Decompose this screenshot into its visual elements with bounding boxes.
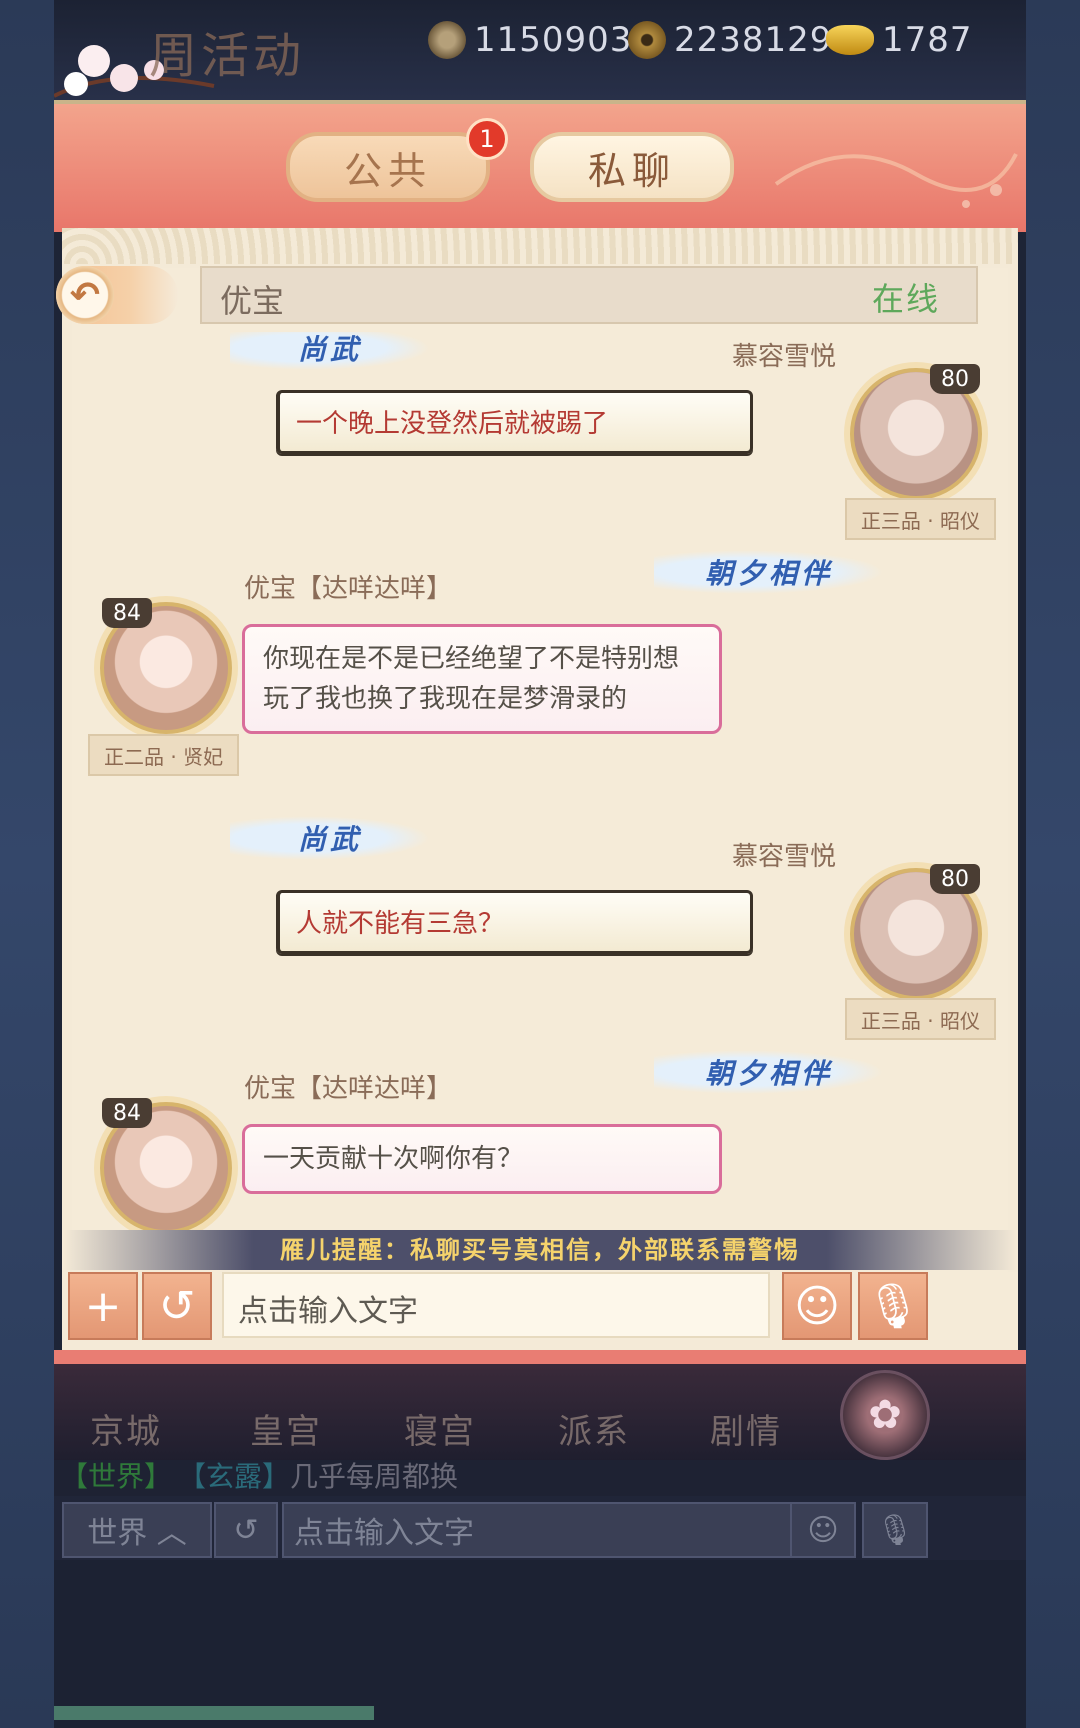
level-badge: 84	[102, 598, 152, 628]
sender-name: 慕容雪悦	[731, 342, 836, 372]
tag-shangwu: 尚武	[230, 816, 430, 860]
tag-zhaoxi: 朝夕相伴	[654, 1050, 884, 1094]
message-bubble-left[interactable]: 一天贡献十次啊你有？	[242, 1124, 722, 1194]
message-text: 一个晚上没登然后就被踢了	[296, 409, 609, 439]
cloud-swirl-icon	[774, 153, 1018, 208]
message-input[interactable]: 点击输入文字	[222, 1272, 770, 1338]
game-window: 周活动 1150903 2238129 1787 公共 1 私聊 ↶ 优宝 在线	[54, 0, 1026, 1728]
level-badge: 84	[102, 1098, 152, 1128]
level-badge: 80	[930, 364, 980, 394]
history-icon[interactable]: ↺	[142, 1272, 212, 1340]
contact-status: 在线	[871, 280, 940, 318]
plus-icon[interactable]: +	[68, 1272, 138, 1340]
weekly-activity-title[interactable]: 周活动	[149, 16, 305, 86]
nav-capital[interactable]: 京城	[90, 1404, 162, 1453]
coin-count: 2238129	[674, 20, 833, 60]
unread-badge: 1	[466, 118, 508, 160]
contact-name: 优宝	[220, 282, 285, 320]
channel-xuanlu-tag: 【玄露】	[192, 1460, 291, 1493]
top-bar: 周活动 1150903 2238129 1787	[54, 0, 1026, 100]
resource-coin: 2238129	[628, 18, 832, 62]
sender-name: 优宝【达咩达咩】	[244, 574, 453, 604]
rank-label: 正三品 · 昭仪	[844, 498, 996, 540]
loading-progress-bar	[54, 1706, 374, 1720]
private-input-row: + ↺ 点击输入文字 ☺ 🎙	[62, 1272, 1018, 1340]
tab-public[interactable]: 公共	[286, 132, 490, 202]
safety-reminder: 雁儿提醒：私聊买号莫相信，外部联系需警惕	[62, 1230, 1018, 1270]
message-bubble-left[interactable]: 你现在是不是已经绝望了不是特别想玩了我也换了我现在是梦滑录的	[242, 624, 722, 734]
panel-bottom-border	[54, 1350, 1026, 1364]
nav-story[interactable]: 剧情	[710, 1404, 782, 1453]
message-bubble-right[interactable]: 一个晚上没登然后就被踢了	[276, 390, 753, 454]
wave-pattern	[62, 228, 1018, 264]
tab-private[interactable]: 私聊	[530, 132, 734, 202]
history-icon[interactable]: ↺	[214, 1502, 278, 1558]
emoji-icon[interactable]: ☺	[782, 1272, 852, 1340]
microphone-icon[interactable]: 🎙	[862, 1502, 928, 1558]
emoji-icon[interactable]: ☺	[790, 1502, 856, 1558]
input-placeholder: 点击输入文字	[238, 1294, 418, 1329]
tag-zhaoxi: 朝夕相伴	[654, 550, 884, 594]
message-list[interactable]: 尚武 慕容雪悦 一个晚上没登然后就被踢了 80 正三品 · 昭仪 朝夕相伴 优宝…	[54, 332, 1026, 1232]
world-input-placeholder: 点击输入文字	[294, 1516, 474, 1551]
contact-bar: 优宝 在线	[200, 266, 978, 324]
chevron-up-icon: ︿	[156, 1516, 187, 1551]
bottom-nav: 京城 皇宫 寝宫 派系 剧情 ✿	[54, 1364, 1026, 1464]
rank-label: 正三品 · 昭仪	[844, 998, 996, 1040]
ingot-count: 1787	[882, 20, 973, 60]
nav-faction[interactable]: 派系	[558, 1404, 630, 1453]
world-message-input[interactable]: 点击输入文字	[282, 1502, 796, 1558]
channel-select-label: 世界	[87, 1516, 148, 1551]
world-input-row: 世界 ︿ ↺ 点击输入文字 ☺ 🎙	[54, 1496, 1026, 1560]
channel-select-button[interactable]: 世界 ︿	[62, 1502, 212, 1558]
jade-count: 1150903	[474, 20, 633, 60]
message-text: 一天贡献十次啊你有？	[263, 1144, 524, 1174]
sender-name: 慕容雪悦	[731, 842, 836, 872]
rank-label: 正二品 · 贤妃	[88, 734, 240, 776]
message-text: 人就不能有三急？	[296, 909, 505, 939]
level-badge: 80	[930, 864, 980, 894]
jade-icon	[428, 21, 466, 59]
resource-jade: 1150903	[428, 18, 632, 62]
flower-menu-icon[interactable]: ✿	[840, 1370, 930, 1460]
right-background	[1026, 0, 1080, 1728]
nav-palace[interactable]: 皇宫	[250, 1404, 322, 1453]
resource-ingot: 1787	[826, 18, 973, 62]
gold-ingot-icon	[826, 25, 874, 55]
coin-icon	[628, 21, 666, 59]
channel-world-tag: 【世界】	[60, 1460, 173, 1493]
bottom-edge	[54, 1560, 1026, 1728]
world-chat-ticker[interactable]: 【世界】 【玄露】几乎每周都换	[54, 1460, 1026, 1496]
nav-bedchamber[interactable]: 寝宫	[404, 1404, 476, 1453]
chat-header: 公共 1 私聊	[54, 100, 1026, 232]
left-background	[0, 0, 54, 1728]
message-text: 你现在是不是已经绝望了不是特别想玩了我也换了我现在是梦滑录的	[263, 644, 680, 714]
world-message-text: 几乎每周都换	[290, 1460, 459, 1493]
message-bubble-right[interactable]: 人就不能有三急？	[276, 890, 753, 954]
tag-shangwu: 尚武	[230, 332, 430, 370]
back-arrow-icon[interactable]: ↶	[56, 266, 114, 324]
microphone-icon[interactable]: 🎙	[858, 1272, 928, 1340]
sender-name: 优宝【达咩达咩】	[244, 1074, 453, 1104]
